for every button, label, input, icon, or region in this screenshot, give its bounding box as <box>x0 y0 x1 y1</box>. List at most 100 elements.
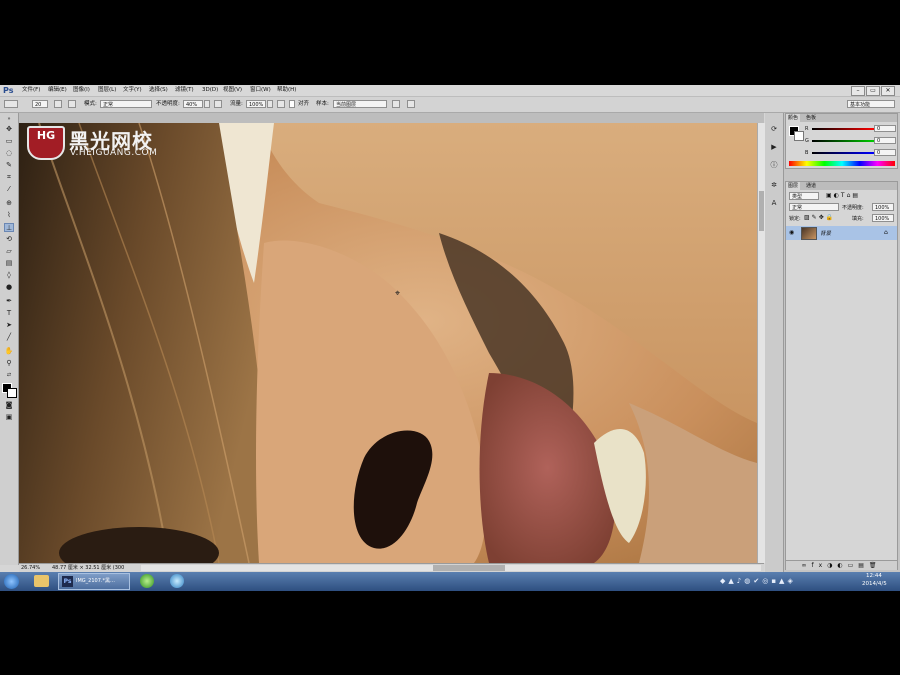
menu-image[interactable]: 图像(I) <box>73 85 90 96</box>
info-panel-icon[interactable]: ⓘ <box>769 161 779 170</box>
clone-source-icon[interactable] <box>68 100 76 108</box>
channel-r-input[interactable]: 0 <box>874 125 896 132</box>
photo-image <box>19 123 757 563</box>
screen-mode-icon[interactable]: ▣ <box>4 413 14 422</box>
eyedropper-tool-icon[interactable]: ⁄ <box>4 185 14 194</box>
flow-dropdown-icon[interactable] <box>267 100 273 108</box>
document-canvas[interactable]: HG 黑光网校 V.HEIGUANG.COM ⌖ <box>19 123 757 563</box>
workspace-select[interactable]: 基本功能 <box>847 100 895 108</box>
tab-swatches[interactable]: 色板 <box>804 114 818 122</box>
pressure-opacity-icon[interactable] <box>214 100 222 108</box>
vertical-scrollbar-thumb[interactable] <box>759 191 764 231</box>
layers-footer-icons[interactable]: ∞fx◑◐▭▤🗑 <box>786 560 897 570</box>
close-button[interactable]: ✕ <box>881 86 895 96</box>
pressure-size-icon[interactable] <box>407 100 415 108</box>
lasso-tool-icon[interactable]: ◌ <box>4 149 14 158</box>
actions-panel-icon[interactable]: ▶ <box>769 143 779 152</box>
type-tool-icon[interactable]: T <box>4 309 14 318</box>
layer-opacity-label: 不透明度: <box>842 205 864 211</box>
menu-layer[interactable]: 图层(L) <box>98 85 116 96</box>
quick-mask-icon[interactable]: ◙ <box>4 401 14 410</box>
clock-time: 12:44 <box>866 573 882 579</box>
brush-preset-panel-icon[interactable]: ✲ <box>769 181 779 190</box>
quick-select-tool-icon[interactable]: ✎ <box>4 161 14 170</box>
mode-select[interactable]: 正常 <box>100 100 152 108</box>
history-panel-icon[interactable]: ⟳ <box>769 125 779 134</box>
taskbar-photoshop-button[interactable]: Ps IMG_2107.*黑… <box>58 573 130 590</box>
menu-file[interactable]: 文件(F) <box>22 85 40 96</box>
shape-tool-icon[interactable]: ╱ <box>4 333 14 342</box>
zoom-level[interactable]: 26.74% <box>21 564 40 572</box>
brush-size-picker[interactable]: 20 <box>32 100 48 108</box>
channel-g-input[interactable]: 0 <box>874 137 896 144</box>
move-tool-icon[interactable]: ✥ <box>4 125 14 134</box>
zoom-tool-icon[interactable]: ⚲ <box>4 359 14 368</box>
tab-color[interactable]: 颜色 <box>786 114 801 122</box>
clone-stamp-tool-icon[interactable]: ⊥ <box>4 223 14 232</box>
layer-kind-filter[interactable]: 类型 <box>789 192 819 200</box>
eraser-tool-icon[interactable]: ▱ <box>4 247 14 256</box>
menu-3d[interactable]: 3D(D) <box>202 85 218 96</box>
swap-colors-icon[interactable]: ⇄ <box>4 371 14 380</box>
tab-channels[interactable]: 通道 <box>804 182 818 190</box>
opacity-label: 不透明度: <box>156 101 180 107</box>
color-spectrum-ramp[interactable] <box>789 161 895 166</box>
airbrush-icon[interactable] <box>277 100 285 108</box>
background-color-swatch[interactable] <box>7 388 17 398</box>
document-tab-strip <box>19 113 764 123</box>
brush-panel-icon[interactable] <box>54 100 62 108</box>
opacity-input[interactable]: 40% <box>183 100 203 108</box>
blur-tool-icon[interactable]: ◊ <box>4 271 14 280</box>
gradient-tool-icon[interactable]: ▤ <box>4 259 14 268</box>
channel-b-input[interactable]: 0 <box>874 149 896 156</box>
lock-label: 锁定: <box>789 216 801 222</box>
fill-input[interactable]: 100% <box>872 214 894 222</box>
app-green-icon[interactable] <box>140 574 154 588</box>
brush-tool-icon[interactable]: ⌇ <box>4 211 14 220</box>
lock-icons[interactable]: ▨✎✥🔒 <box>804 214 835 221</box>
ignore-adjustment-icon[interactable] <box>392 100 400 108</box>
menu-filter[interactable]: 滤镜(T) <box>175 85 194 96</box>
menu-select[interactable]: 选择(S) <box>149 85 168 96</box>
menu-edit[interactable]: 编辑(E) <box>48 85 67 96</box>
channel-r-slider[interactable] <box>812 128 874 130</box>
channel-g-slider[interactable] <box>812 140 874 142</box>
healing-brush-tool-icon[interactable]: ⊕ <box>4 199 14 208</box>
aligned-checkbox[interactable] <box>289 100 295 108</box>
menu-view[interactable]: 视图(V) <box>223 85 242 96</box>
sample-select[interactable]: 当前图层 <box>333 100 387 108</box>
hand-tool-icon[interactable]: ✋ <box>4 347 14 356</box>
horizontal-scrollbar[interactable] <box>141 565 761 571</box>
tab-layers[interactable]: 图层 <box>786 182 801 190</box>
layer-opacity-input[interactable]: 100% <box>872 203 894 211</box>
channel-b-slider[interactable] <box>812 152 874 154</box>
tool-preset-picker[interactable] <box>4 100 18 108</box>
history-brush-tool-icon[interactable]: ⟲ <box>4 235 14 244</box>
app-logo: Ps <box>3 86 14 95</box>
path-select-tool-icon[interactable]: ➤ <box>4 321 14 330</box>
dodge-tool-icon[interactable]: ● <box>4 283 14 292</box>
layer-filter-icons[interactable]: ▣◐T⌂▤ <box>826 192 860 199</box>
crop-tool-icon[interactable]: ⌗ <box>4 173 14 182</box>
browser-icon[interactable] <box>170 574 184 588</box>
opacity-dropdown-icon[interactable] <box>204 100 210 108</box>
restore-button[interactable]: ▭ <box>866 86 880 96</box>
layer-blend-mode[interactable]: 正常 <box>789 203 839 211</box>
pen-tool-icon[interactable]: ✒ <box>4 297 14 306</box>
horizontal-scrollbar-thumb[interactable] <box>433 565 505 571</box>
menu-type[interactable]: 文字(Y) <box>123 85 142 96</box>
vertical-scrollbar[interactable] <box>757 123 765 563</box>
system-tray-icons[interactable]: ◆▲♪◍✔◎▪▲◈ <box>720 577 796 585</box>
character-panel-icon[interactable]: A <box>769 199 779 208</box>
layer-row-background[interactable]: ◉ 背景 ⌂ <box>786 226 897 240</box>
minimize-button[interactable]: – <box>851 86 865 96</box>
panel-collapse-icon[interactable]: » <box>4 115 14 124</box>
marquee-tool-icon[interactable]: ▭ <box>4 137 14 146</box>
color-bg-swatch[interactable] <box>794 131 804 141</box>
visibility-eye-icon[interactable]: ◉ <box>789 229 794 236</box>
menu-window[interactable]: 窗口(W) <box>250 85 271 96</box>
start-button[interactable] <box>4 574 19 589</box>
flow-input[interactable]: 100% <box>246 100 266 108</box>
explorer-icon[interactable] <box>34 575 49 587</box>
menu-help[interactable]: 帮助(H) <box>277 85 296 96</box>
